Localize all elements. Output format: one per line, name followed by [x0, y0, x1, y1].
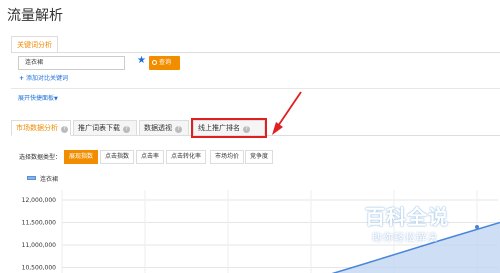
metric-avg-price[interactable]: 市场均价: [210, 150, 245, 164]
watermark-title: 百科全说: [365, 205, 449, 229]
chart-legend[interactable]: 连衣裙: [27, 176, 58, 184]
y-tick-label: 12,000,000: [22, 197, 57, 204]
metric-click-conversion[interactable]: 点击转化率: [166, 150, 207, 164]
metric-competition[interactable]: 竞争度: [245, 150, 274, 164]
metric-ctr[interactable]: 点击率: [136, 150, 165, 164]
data-point[interactable]: [475, 225, 479, 229]
legend-swatch: [27, 176, 36, 180]
y-tick-label: 11,500,000: [22, 220, 57, 227]
watermark-subtitle: 助你轻松解决: [372, 233, 438, 244]
y-tick-label: 11,000,000: [22, 242, 57, 249]
metric-impression-index[interactable]: 展现指数: [64, 150, 99, 164]
metric-type-label: 选择数据类型：: [19, 154, 62, 161]
y-tick-label: 10,500,000: [22, 265, 57, 272]
legend-label: 连衣裙: [40, 176, 59, 183]
metric-click-index[interactable]: 点击指数: [100, 150, 135, 164]
